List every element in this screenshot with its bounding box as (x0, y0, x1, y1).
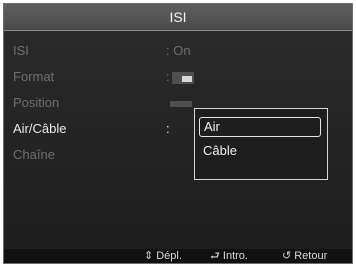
menu-item-isi[interactable]: ISI : On (4, 41, 352, 61)
option-air[interactable]: Air (199, 117, 321, 137)
menu-item-value: : (166, 67, 194, 87)
menu-item-label: Chaîne (13, 147, 55, 162)
menu-item-label: Air/Câble (13, 121, 67, 136)
move-hint: ⇕ Dépl. (144, 250, 182, 262)
option-cable[interactable]: Câble (199, 142, 319, 160)
format-pip-icon (171, 71, 194, 84)
enter-hint: ⮐ Intro. (210, 250, 248, 262)
updown-arrow-icon: ⇕ (144, 250, 154, 262)
return-icon: ↺ (282, 250, 292, 262)
menu-title: ISI (4, 4, 352, 31)
menu-item-value: : On (166, 43, 191, 58)
menu-item-label: ISI (13, 43, 29, 58)
air-cable-dropdown[interactable]: Air Câble (194, 108, 328, 180)
menu-item-label: Format (13, 69, 55, 84)
position-icon (170, 101, 192, 107)
menu-item-label: Position (13, 95, 60, 110)
menu-item-format[interactable]: Format : (4, 67, 352, 87)
footer-hints: ⇕ Dépl. ⮐ Intro. ↺ Retour (4, 249, 352, 263)
osd-screen: ISI ISI : On Format : Position Air/Câble… (3, 3, 353, 264)
return-hint: ↺ Retour (282, 250, 328, 262)
enter-icon: ⮐ (210, 250, 220, 262)
menu-item-value: : (166, 121, 170, 136)
